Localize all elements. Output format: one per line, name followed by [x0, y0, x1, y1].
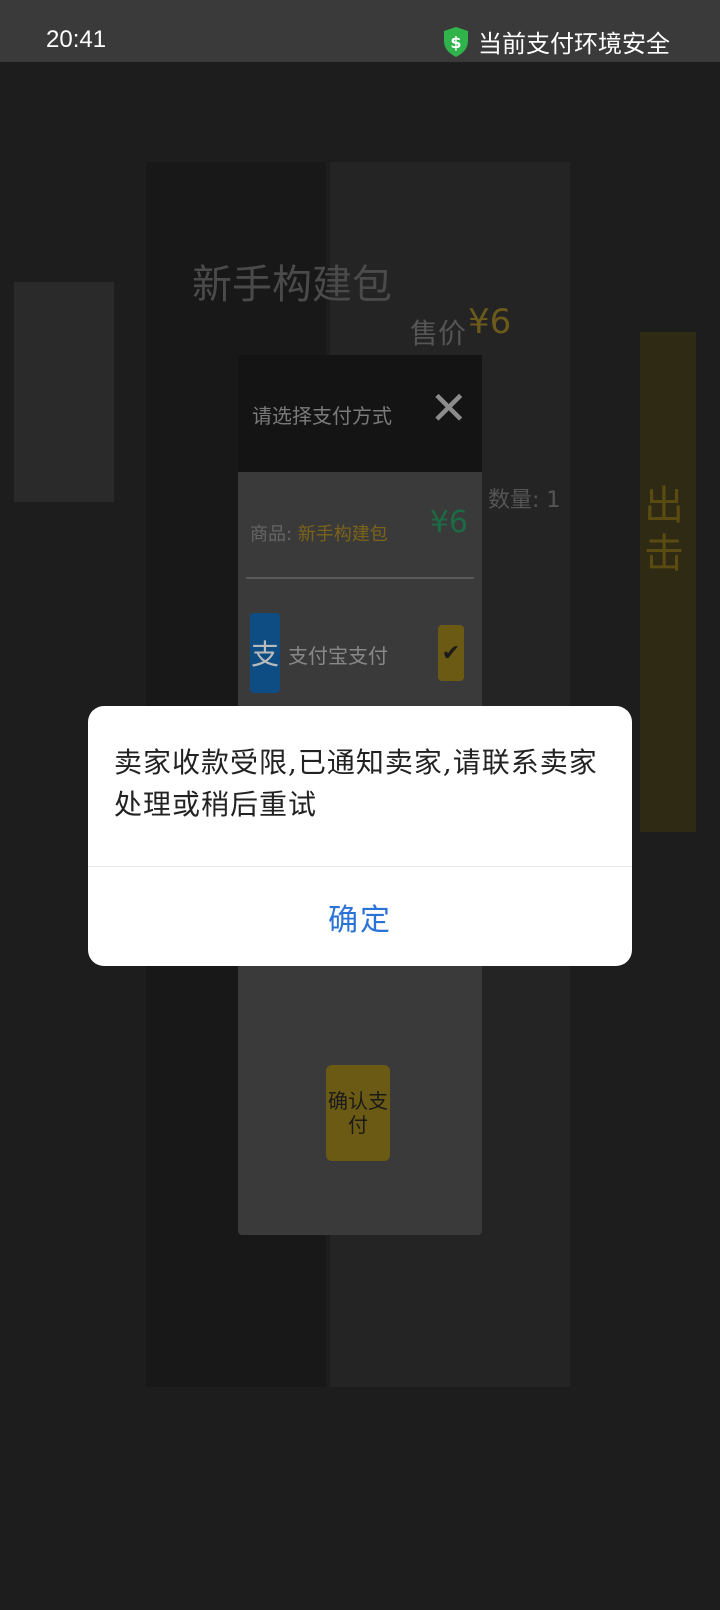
bg-price: ¥6	[468, 302, 512, 342]
secure-text: 当前支付环境安全	[478, 30, 670, 58]
alipay-option-label[interactable]: 支付宝支付	[288, 640, 388, 669]
checkmark-icon[interactable]: ✔	[438, 625, 464, 681]
payment-sheet-title: 请选择支付方式	[252, 404, 392, 428]
bg-side-promo-text: 出击	[644, 483, 684, 577]
goods-label: 商品:	[250, 524, 293, 545]
bg-product-title: 新手构建包	[192, 262, 392, 308]
goods-row: 商品: 新手构建包	[250, 520, 388, 546]
shield-dollar-icon: $	[444, 26, 468, 57]
close-icon[interactable]: ✕	[429, 385, 468, 431]
bg-side-promo	[640, 332, 696, 832]
svg-text:$: $	[450, 33, 461, 52]
goods-price: ¥6	[429, 505, 468, 540]
dialog-message: 卖家收款受限,已通知卖家,请联系卖家处理或稍后重试	[114, 746, 598, 821]
bg-quantity: 数量: 1	[488, 488, 561, 513]
secure-indicator: $ 当前支付环境安全	[442, 24, 670, 59]
status-time: 20:41	[46, 26, 107, 53]
bg-side-banner	[14, 282, 114, 502]
bg-price-label: 售价	[410, 317, 467, 350]
confirm-pay-button[interactable]: 确认支付	[326, 1065, 390, 1161]
divider	[246, 577, 474, 579]
dialog-confirm-button[interactable]: 确定	[88, 867, 632, 966]
alert-dialog: 卖家收款受限,已通知卖家,请联系卖家处理或稍后重试 确定	[88, 706, 632, 966]
payment-sheet-header: 请选择支付方式 ✕	[238, 355, 482, 472]
alipay-icon: 支	[250, 613, 280, 693]
status-bar: 20:41 $ 当前支付环境安全	[0, 0, 720, 62]
goods-name: 新手构建包	[297, 524, 388, 545]
